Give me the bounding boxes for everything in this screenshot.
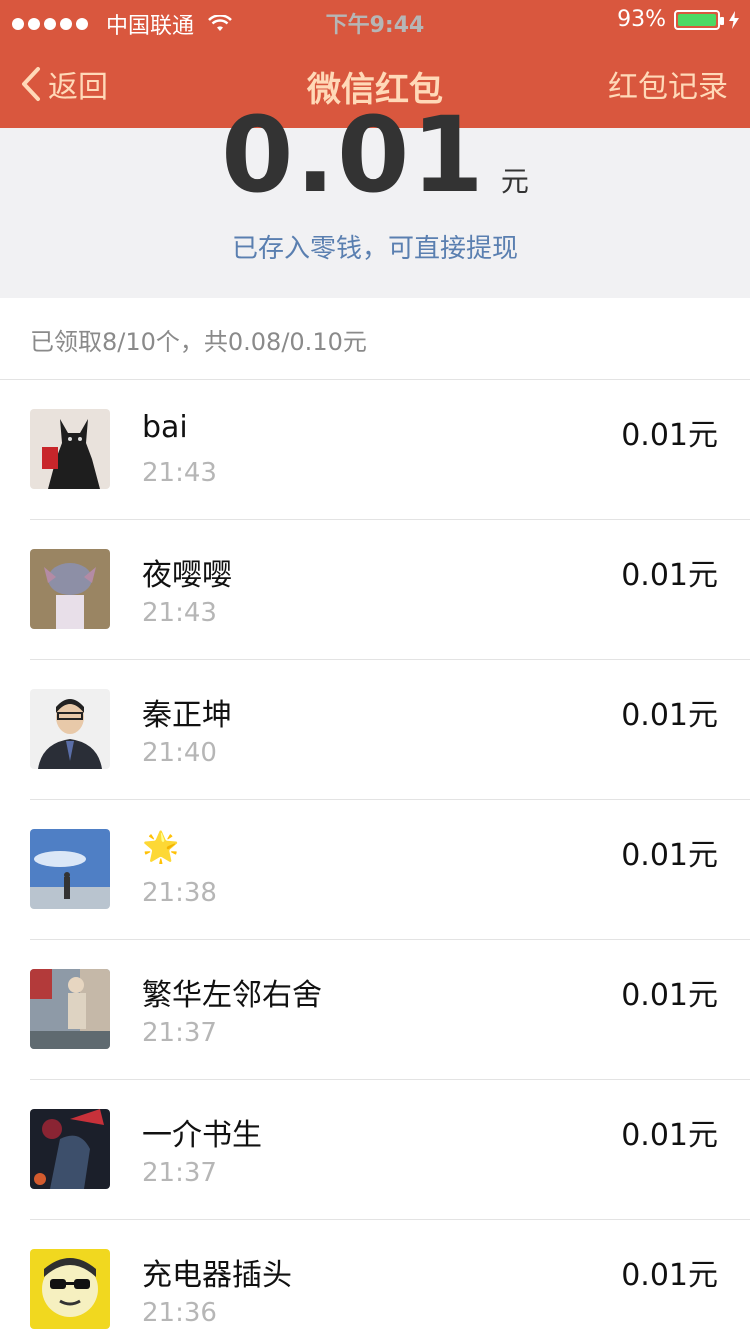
- list-item[interactable]: 🌟 21:38 0.01元: [0, 800, 750, 940]
- record-time: 21:37: [142, 1158, 217, 1188]
- record-amount: 0.01元: [621, 1258, 718, 1293]
- avatar: [30, 969, 110, 1049]
- avatar: [30, 689, 110, 769]
- record-name: 秦正坤: [142, 698, 232, 733]
- record-time: 21:43: [142, 458, 217, 488]
- record-name: 一介书生: [142, 1118, 262, 1153]
- record-amount: 0.01元: [621, 698, 718, 733]
- avatar: [30, 409, 110, 489]
- list-item[interactable]: 夜嘤嘤 21:43 0.01元: [0, 520, 750, 660]
- amount-unit: 元: [500, 165, 529, 198]
- record-amount: 0.01元: [621, 978, 718, 1013]
- list-item[interactable]: bai 21:43 0.01元: [0, 380, 750, 520]
- record-amount: 0.01元: [621, 558, 718, 593]
- record-amount: 0.01元: [621, 1118, 718, 1153]
- record-name: 🌟: [142, 830, 180, 865]
- battery-percent: 93%: [617, 7, 666, 32]
- record-amount: 0.01元: [621, 418, 718, 453]
- record-time: 21:43: [142, 598, 217, 628]
- list-item[interactable]: 一介书生 21:37 0.01元: [0, 1080, 750, 1220]
- record-name: 夜嘤嘤: [142, 558, 232, 593]
- received-amount: 0.01: [221, 94, 486, 216]
- received-count-text: 已领取8/10个，共0.08/0.10元: [30, 328, 367, 356]
- record-time: 21:37: [142, 1018, 217, 1048]
- record-list: bai 21:43 0.01元 夜嘤嘤 21:43 0.01元 秦正坤 21:4…: [0, 380, 750, 1334]
- record-name: 繁华左邻右舍: [142, 978, 322, 1013]
- status-right: 93%: [617, 7, 740, 32]
- list-item[interactable]: 充电器插头 21:36 0.01元: [0, 1220, 750, 1334]
- avatar: [30, 549, 110, 629]
- battery-icon: [674, 9, 724, 30]
- record-time: 21:40: [142, 738, 217, 768]
- record-time: 21:36: [142, 1298, 217, 1328]
- record-name: bai: [142, 410, 188, 445]
- record-name: 充电器插头: [142, 1258, 292, 1293]
- list-item[interactable]: 繁华左邻右舍 21:37 0.01元: [0, 940, 750, 1080]
- record-amount: 0.01元: [621, 838, 718, 873]
- amount-summary: 0.01 元 已存入零钱，可直接提现: [0, 94, 750, 298]
- received-count: 已领取8/10个，共0.08/0.10元: [0, 298, 750, 380]
- avatar: [30, 1109, 110, 1189]
- list-item[interactable]: 秦正坤 21:40 0.01元: [0, 660, 750, 800]
- avatar: [30, 829, 110, 909]
- charging-bolt-icon: [729, 10, 739, 29]
- wallet-note-link[interactable]: 已存入零钱，可直接提现: [0, 228, 750, 265]
- record-time: 21:38: [142, 878, 217, 908]
- status-bar: 中国联通 下午9:44 93%: [0, 0, 750, 40]
- amount-row: 0.01 元: [0, 94, 750, 216]
- avatar: [30, 1249, 110, 1329]
